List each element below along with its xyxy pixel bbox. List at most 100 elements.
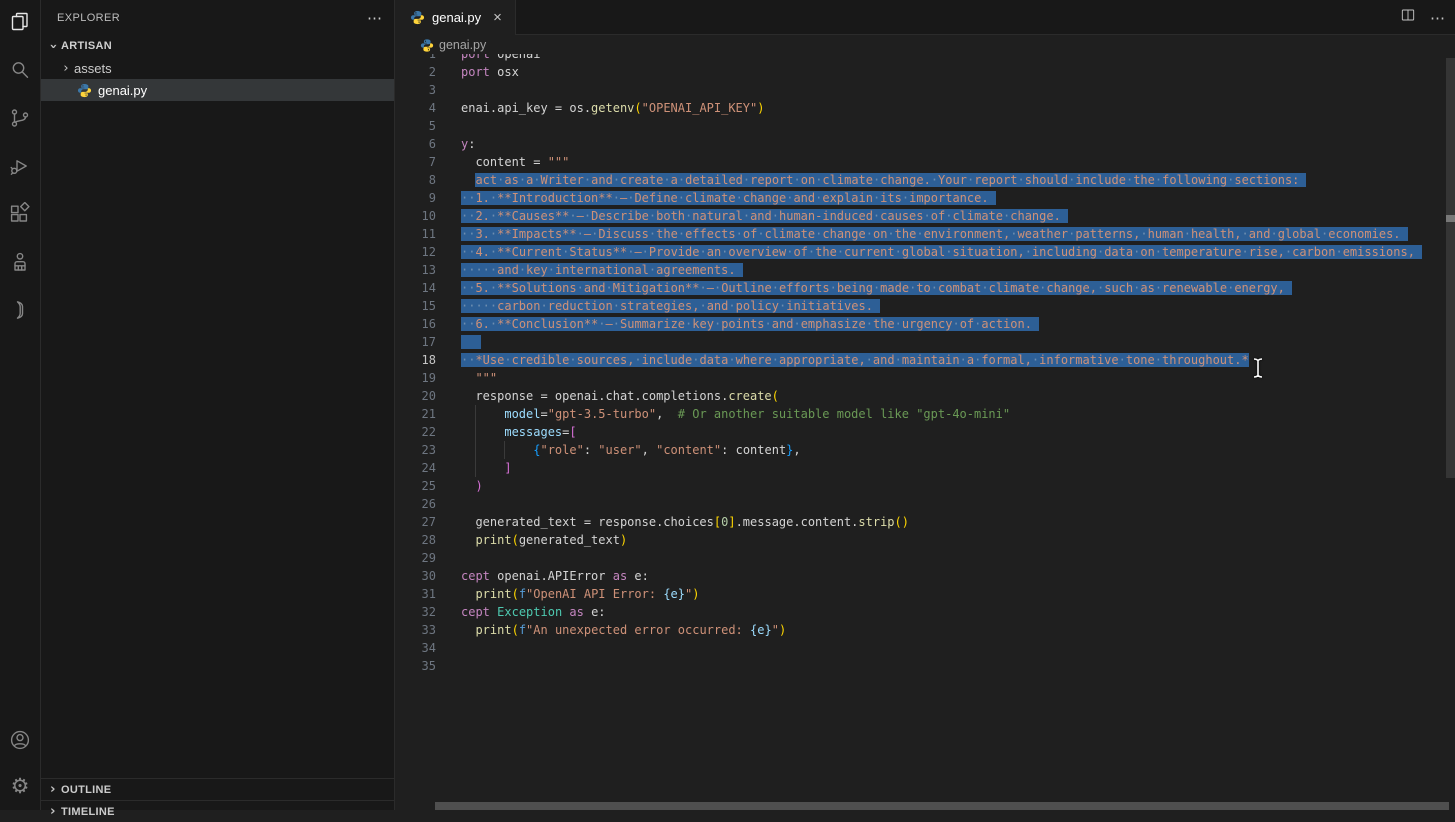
line-number: 31	[396, 585, 436, 603]
vertical-scrollbar[interactable]	[1446, 58, 1455, 478]
code-lines[interactable]: 1port openai2port osx34enai.api_key = os…	[396, 45, 1455, 675]
line-number: 24	[396, 459, 436, 477]
code-line[interactable]: 19 """	[396, 369, 1455, 387]
line-number: 21	[396, 405, 436, 423]
overview-ruler-cursor-mark	[1446, 215, 1455, 222]
code-line[interactable]: 28 print(generated_text)	[396, 531, 1455, 549]
line-number: 15	[396, 297, 436, 315]
line-number: 8	[396, 171, 436, 189]
line-number: 17	[396, 333, 436, 351]
code-line[interactable]: 18··*Use·credible·sources,·include·data·…	[396, 351, 1455, 369]
line-number: 5	[396, 117, 436, 135]
editor-pane[interactable]: 1port openai2port osx34enai.api_key = os…	[396, 0, 1455, 810]
explorer-files-icon[interactable]	[8, 10, 32, 34]
outline-label: OUTLINE	[61, 784, 111, 796]
code-line[interactable]: 12··4.·**Current·Status**·—·Provide·an·o…	[396, 243, 1455, 261]
folder-label: assets	[74, 61, 112, 76]
workspace-root-artisan[interactable]: ARTISAN	[41, 35, 394, 57]
line-number: 19	[396, 369, 436, 387]
code-line[interactable]: 31 print(f"OpenAI API Error: {e}")	[396, 585, 1455, 603]
line-number: 34	[396, 639, 436, 657]
code-line[interactable]: 34	[396, 639, 1455, 657]
line-number: 22	[396, 423, 436, 441]
code-line[interactable]: 10··2.·**Causes**·—·Describe·both·natura…	[396, 207, 1455, 225]
code-line[interactable]: 17	[396, 333, 1455, 351]
code-line[interactable]: 14··5.·**Solutions·and·Mitigation**·—·Ou…	[396, 279, 1455, 297]
notebook-icon[interactable]	[8, 298, 32, 322]
line-number: 20	[396, 387, 436, 405]
code-line[interactable]: 15·····carbon·reduction·strategies,·and·…	[396, 297, 1455, 315]
settings-gear-icon[interactable]: ⚙	[8, 774, 32, 798]
line-number: 16	[396, 315, 436, 333]
line-number: 7	[396, 153, 436, 171]
code-line[interactable]: 27 generated_text = response.choices[0].…	[396, 513, 1455, 531]
more-actions-icon[interactable]: ⋯	[367, 9, 382, 27]
panel-outline[interactable]: OUTLINE	[41, 778, 394, 800]
code-line[interactable]: 21 model="gpt-3.5-turbo", # Or another s…	[396, 405, 1455, 423]
chevron-down-icon	[45, 39, 61, 54]
breadcrumb-label: genai.py	[439, 38, 486, 52]
explorer-title: EXPLORER	[57, 12, 120, 24]
code-line[interactable]: 7 content = """	[396, 153, 1455, 171]
line-number: 30	[396, 567, 436, 585]
code-line[interactable]: 2port osx	[396, 63, 1455, 81]
code-line[interactable]: 29	[396, 549, 1455, 567]
code-line[interactable]: 26	[396, 495, 1455, 513]
ai-assistant-icon[interactable]	[8, 250, 32, 274]
code-line[interactable]: 5	[396, 117, 1455, 135]
code-line[interactable]: 23 {"role": "user", "content": content},	[396, 441, 1455, 459]
line-number: 4	[396, 99, 436, 117]
code-line[interactable]: 6y:	[396, 135, 1455, 153]
code-line[interactable]: 13·····and·key·international·agreements.	[396, 261, 1455, 279]
panel-timeline[interactable]: TIMELINE	[41, 800, 394, 822]
editor-actions: ⋯	[1400, 0, 1445, 35]
horizontal-scrollbar[interactable]	[435, 802, 1449, 810]
code-line[interactable]: 11··3.·**Impacts**·—·Discuss·the·effects…	[396, 225, 1455, 243]
activity-bar: ⚙	[0, 0, 41, 810]
code-line[interactable]: 20 response = openai.chat.completions.cr…	[396, 387, 1455, 405]
code-line[interactable]: 35	[396, 657, 1455, 675]
explorer-header: EXPLORER ⋯	[41, 0, 394, 35]
activity-bar-top	[0, 0, 40, 322]
python-file-icon	[420, 38, 434, 52]
line-number: 29	[396, 549, 436, 567]
timeline-label: TIMELINE	[61, 806, 115, 818]
run-debug-icon[interactable]	[8, 154, 32, 178]
line-number: 23	[396, 441, 436, 459]
code-line[interactable]: 32cept Exception as e:	[396, 603, 1455, 621]
sidebar-panels: OUTLINE TIMELINE	[41, 778, 394, 822]
code-line[interactable]: 8 act·as·a·Writer·and·create·a·detailed·…	[396, 171, 1455, 189]
code-line[interactable]: 9··1.·**Introduction**·—·Define·climate·…	[396, 189, 1455, 207]
tree-item-genai-py[interactable]: genai.py	[41, 79, 394, 101]
tab-bar: genai.py ×	[396, 0, 1455, 35]
tree-item-assets[interactable]: assets	[41, 57, 394, 79]
line-number: 25	[396, 477, 436, 495]
code-line[interactable]: 25 )	[396, 477, 1455, 495]
code-line[interactable]: 22 messages=[	[396, 423, 1455, 441]
source-control-icon[interactable]	[8, 106, 32, 130]
account-icon[interactable]	[8, 728, 32, 752]
line-number: 32	[396, 603, 436, 621]
line-number: 11	[396, 225, 436, 243]
code-line[interactable]: 16··6.·**Conclusion**·—·Summarize·key·po…	[396, 315, 1455, 333]
line-number: 14	[396, 279, 436, 297]
extensions-icon[interactable]	[8, 202, 32, 226]
code-line[interactable]: 30cept openai.APIError as e:	[396, 567, 1455, 585]
code-line[interactable]: 4enai.api_key = os.getenv("OPENAI_API_KE…	[396, 99, 1455, 117]
close-icon[interactable]: ×	[493, 10, 502, 25]
tab-genai-py[interactable]: genai.py ×	[396, 0, 516, 35]
line-number: 9	[396, 189, 436, 207]
chevron-right-icon	[45, 782, 61, 797]
python-file-icon	[410, 10, 425, 25]
python-file-icon	[77, 83, 92, 98]
chevron-right-icon	[45, 804, 61, 819]
code-line[interactable]: 33 print(f"An unexpected error occurred:…	[396, 621, 1455, 639]
split-editor-icon[interactable]	[1400, 7, 1416, 28]
search-icon[interactable]	[8, 58, 32, 82]
workspace-root-label: ARTISAN	[61, 40, 112, 52]
code-line[interactable]: 24 ]	[396, 459, 1455, 477]
breadcrumb[interactable]: genai.py	[396, 35, 1455, 54]
code-line[interactable]: 3	[396, 81, 1455, 99]
more-actions-icon[interactable]: ⋯	[1430, 9, 1445, 27]
line-number: 35	[396, 657, 436, 675]
